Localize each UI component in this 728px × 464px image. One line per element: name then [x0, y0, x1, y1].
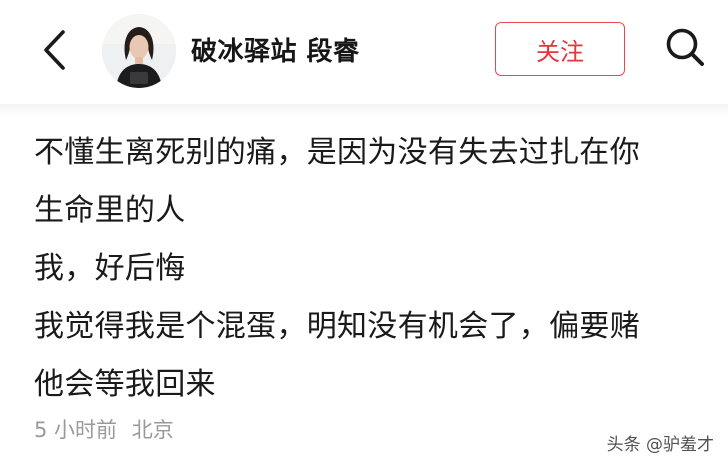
source-watermark: 头条 @驴羞才 [606, 435, 714, 455]
post-location: 北京 [131, 418, 174, 442]
post-line: 生命里的人 [34, 193, 186, 228]
post-line: 我，好后悔 [34, 251, 186, 286]
avatar-image [102, 14, 176, 88]
header-divider [0, 104, 728, 118]
back-button[interactable] [34, 26, 74, 74]
post-line: 他会等我回来 [34, 367, 216, 402]
top-bar: 破冰驿站 段睿 关注 [0, 0, 728, 100]
search-button[interactable] [662, 24, 708, 70]
post-line: 我觉得我是个混蛋，明知没有机会了，偏要赌 [34, 309, 640, 344]
chevron-left-icon [44, 30, 65, 70]
avatar[interactable] [102, 14, 176, 88]
author-name[interactable]: 破冰驿站 段睿 [191, 31, 360, 68]
post-time: 5 小时前 [34, 418, 118, 442]
search-icon [666, 28, 704, 66]
post-body: 不懂生离死别的痛，是因为没有失去过扎在你 生命里的人 我，好后悔 我觉得我是个混… [34, 124, 724, 414]
post-line: 不懂生离死别的痛，是因为没有失去过扎在你 [34, 135, 640, 170]
post-meta: 5 小时前 北京 [34, 414, 174, 444]
follow-button[interactable]: 关注 [495, 22, 625, 76]
